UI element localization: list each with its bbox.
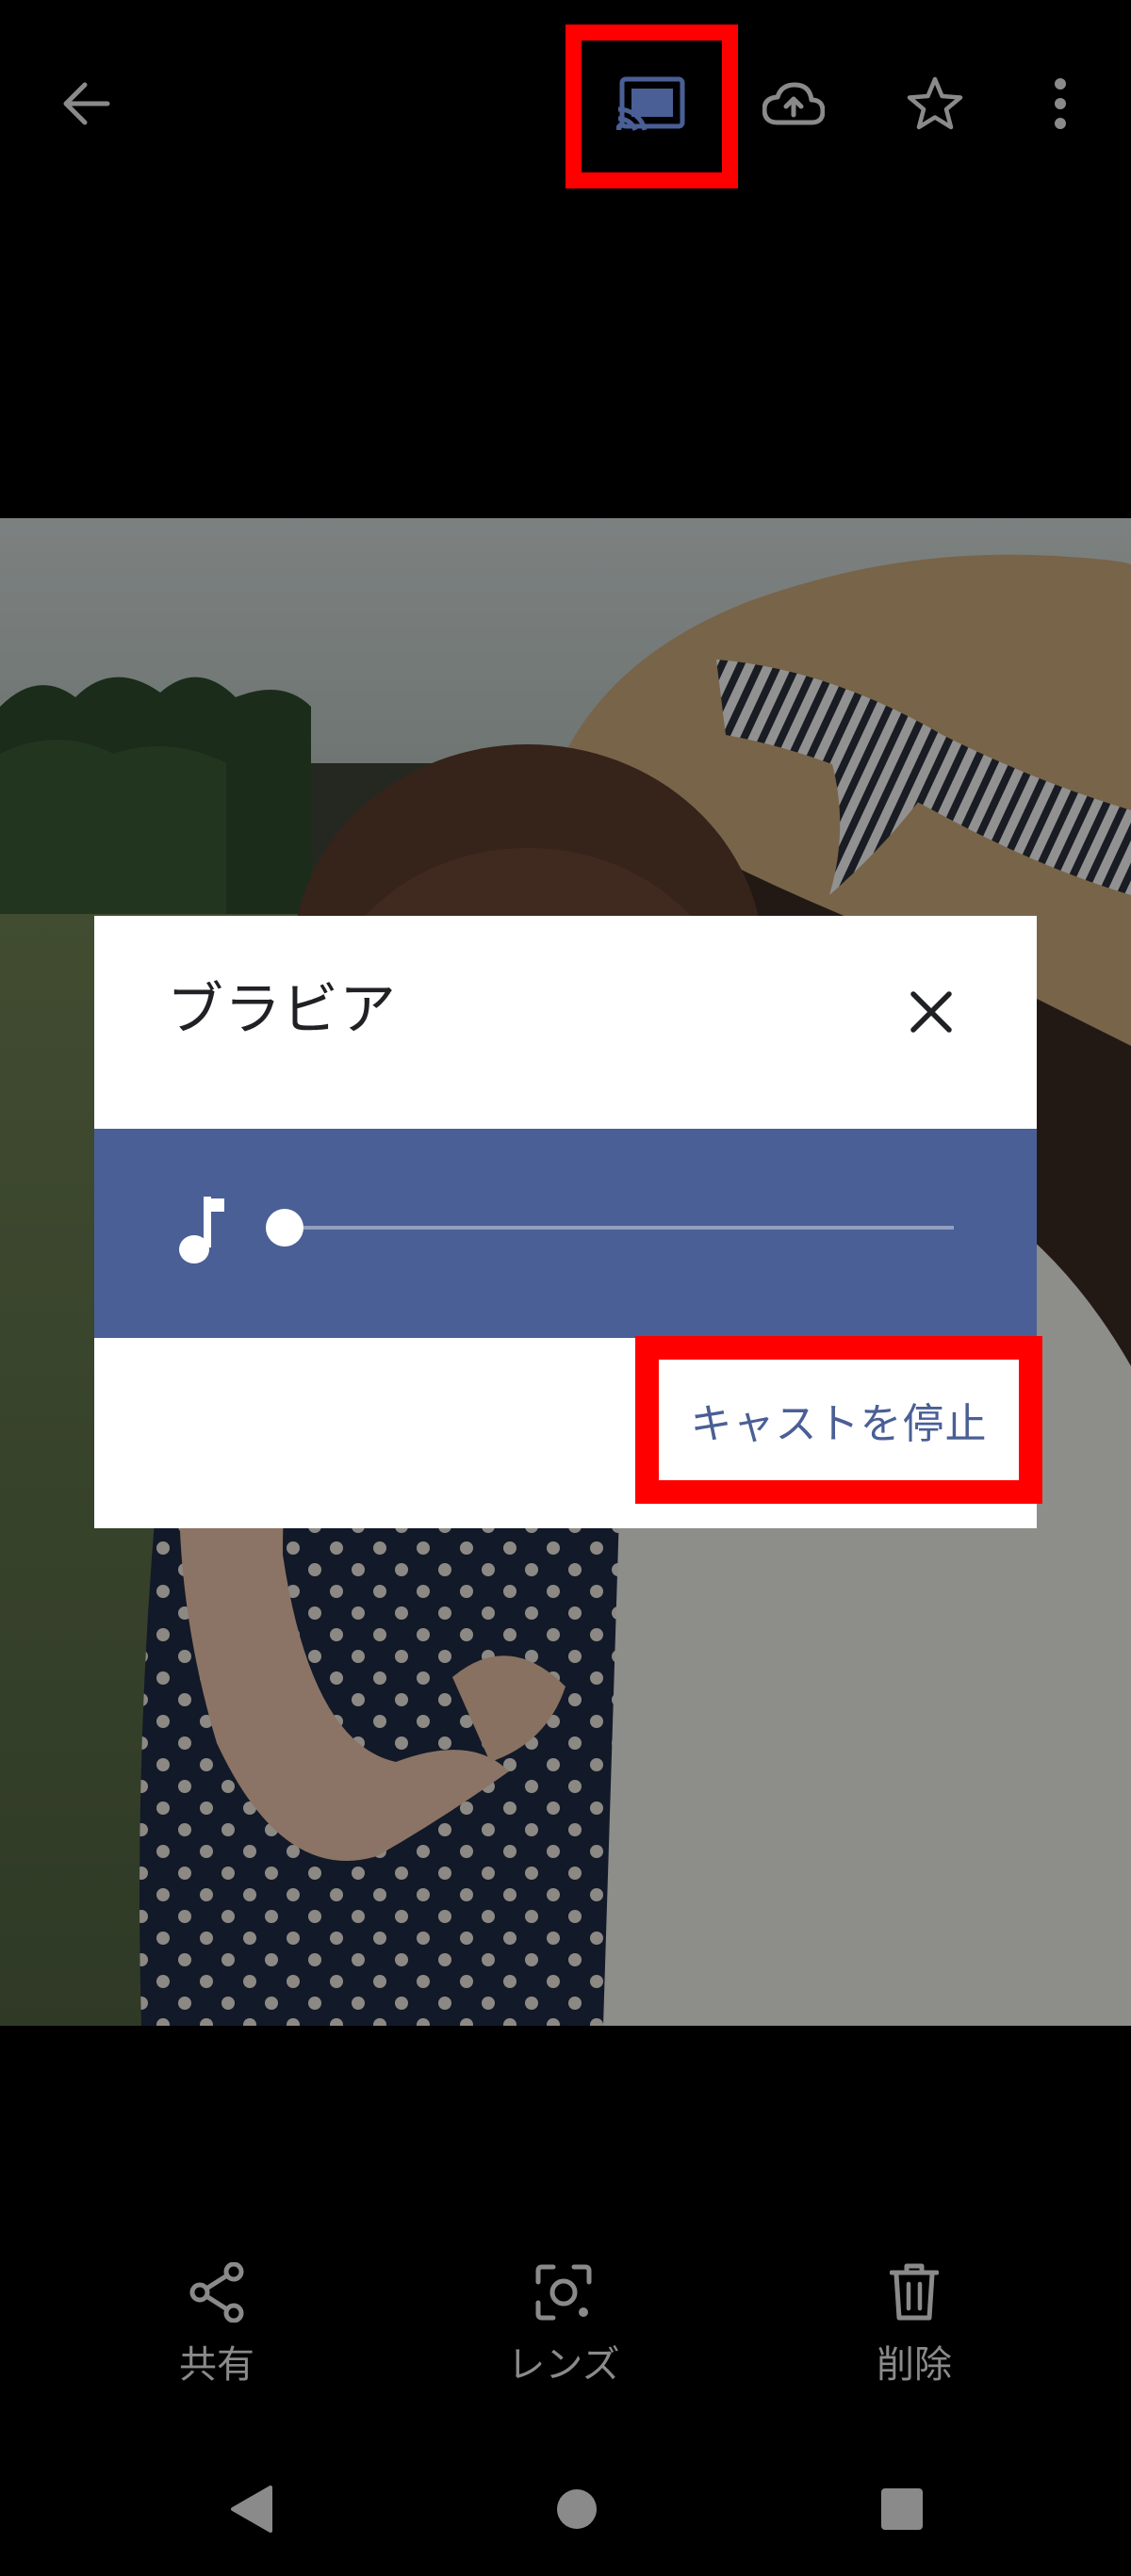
- cast-connected-icon: [616, 75, 688, 132]
- dialog-header: ブラビア: [94, 916, 1037, 1129]
- circle-home-icon: [555, 2487, 598, 2535]
- system-recents-button[interactable]: [855, 2469, 949, 2553]
- share-label: 共有: [179, 2343, 254, 2387]
- lens-icon: [534, 2263, 593, 2325]
- volume-slider-thumb[interactable]: [266, 1209, 303, 1247]
- dialog-footer: キャストを停止: [94, 1336, 1042, 1528]
- cloud-upload-icon: [762, 81, 825, 126]
- lens-button[interactable]: レンズ: [451, 2242, 677, 2412]
- favorite-button[interactable]: [883, 52, 987, 155]
- arrow-left-icon: [58, 81, 111, 126]
- bottom-action-bar: 共有 レンズ 削除: [0, 2242, 1131, 2412]
- close-icon: [910, 990, 953, 1037]
- dialog-title: ブラビア: [167, 977, 397, 1043]
- backup-button[interactable]: [742, 52, 845, 155]
- volume-slider-track: [285, 1226, 954, 1230]
- share-icon: [188, 2261, 245, 2326]
- square-recents-icon: [879, 2486, 925, 2535]
- system-nav-bar: [0, 2450, 1131, 2576]
- cast-button[interactable]: [600, 52, 704, 155]
- delete-button[interactable]: 削除: [801, 2242, 1027, 2412]
- volume-panel: [94, 1129, 1037, 1338]
- stop-casting-button[interactable]: キャストを停止: [659, 1360, 1019, 1480]
- more-vertical-icon: [1053, 77, 1068, 130]
- lens-label: レンズ: [507, 2343, 620, 2387]
- top-toolbar: [0, 0, 1131, 207]
- back-button[interactable]: [33, 52, 137, 155]
- trash-icon: [889, 2263, 940, 2325]
- delete-label: 削除: [877, 2343, 952, 2387]
- close-button[interactable]: [886, 969, 976, 1059]
- more-options-button[interactable]: [1008, 52, 1112, 155]
- cast-dialog: ブラビア キャストを停止: [94, 916, 1042, 1528]
- music-note-icon: [170, 1195, 238, 1270]
- system-back-button[interactable]: [204, 2469, 298, 2553]
- triangle-back-icon: [227, 2484, 274, 2538]
- share-button[interactable]: 共有: [104, 2242, 330, 2412]
- star-outline-icon: [906, 75, 964, 132]
- volume-slider[interactable]: [266, 1209, 954, 1247]
- system-home-button[interactable]: [530, 2469, 624, 2553]
